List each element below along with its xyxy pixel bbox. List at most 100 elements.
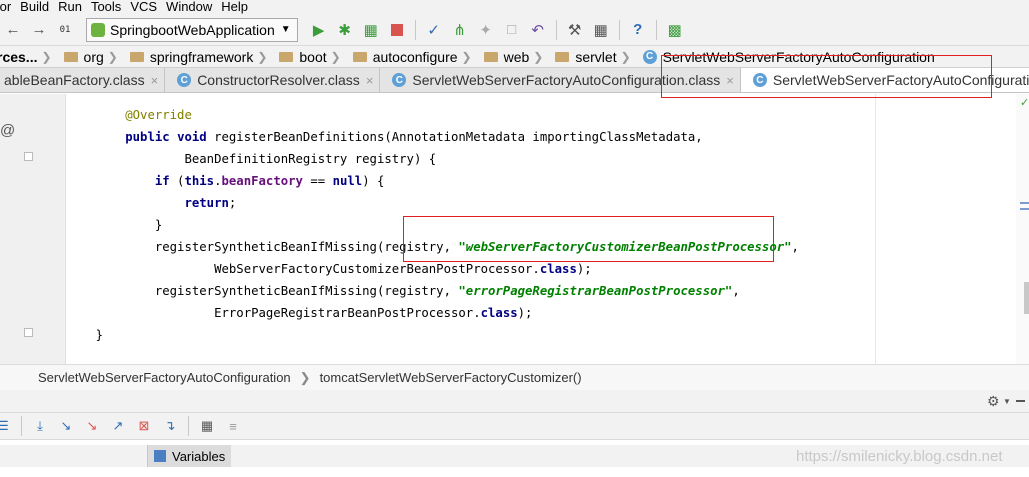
breadcrumb-label: springframework	[149, 48, 254, 65]
tab-label: ableBeanFactory.class	[4, 72, 145, 88]
main-toolbar: ← → 01 SpringbootWebApplication ▼ ▶ ✱ ▦ …	[0, 14, 1029, 46]
trace-icon[interactable]: ≡	[224, 417, 242, 435]
force-step-into-icon[interactable]: ↘	[83, 417, 101, 435]
revert-icon[interactable]: ↶	[527, 19, 549, 41]
evaluate-expression-icon[interactable]: ▦	[198, 417, 216, 435]
package-folder-icon	[63, 51, 78, 62]
code-text: ) {	[362, 174, 385, 188]
close-icon[interactable]: ×	[151, 73, 159, 88]
chevron-right-icon: ❯	[41, 49, 52, 64]
project-structure-icon[interactable]: ▦	[590, 19, 612, 41]
breadcrumb-item-org[interactable]: org ❯	[58, 46, 124, 67]
package-folder-icon	[352, 51, 367, 62]
code-text: }	[125, 218, 163, 232]
override-marker-icon[interactable]: @	[0, 122, 15, 139]
step-into-icon[interactable]: ↘	[57, 417, 75, 435]
keyword-token: class	[539, 262, 577, 276]
coverage-icon[interactable]: ▦	[360, 19, 382, 41]
chevron-right-icon: ❯	[257, 49, 268, 64]
vcs-commit-icon[interactable]: ✦	[475, 19, 497, 41]
toolbar-divider	[21, 416, 22, 436]
code-line: public void registerBeanDefinitions(Anno…	[66, 126, 874, 148]
code-structure-breadcrumb: ServletWebServerFactoryAutoConfiguration…	[0, 364, 1029, 390]
breadcrumb-label: rces...	[0, 48, 38, 65]
chevron-right-icon: ❯	[461, 49, 472, 64]
package-folder-icon	[555, 51, 570, 62]
debug-icon[interactable]: ✱	[334, 19, 356, 41]
run-configuration-select[interactable]: SpringbootWebApplication ▼	[86, 17, 298, 42]
breadcrumb-item-servlet[interactable]: servlet ❯	[549, 46, 636, 67]
breadcrumb-item-boot[interactable]: boot ❯	[273, 46, 346, 67]
code-text: );	[576, 262, 592, 276]
code-line: return;	[184, 196, 237, 210]
run-to-cursor-icon[interactable]: ↴	[161, 417, 179, 435]
toolbar-divider	[655, 19, 657, 40]
code-breadcrumb-class[interactable]: ServletWebServerFactoryAutoConfiguration	[38, 370, 291, 385]
toolbar-divider	[555, 19, 557, 40]
close-icon[interactable]: ×	[366, 73, 374, 88]
binary-icon[interactable]: 01	[54, 19, 76, 41]
menu-item-help[interactable]: Help	[221, 0, 248, 14]
back-arrow-icon[interactable]: ←	[2, 19, 24, 41]
variables-icon	[154, 450, 166, 462]
code-breadcrumb-method[interactable]: tomcatServletWebServerFactoryCustomizer(…	[320, 370, 582, 385]
code-text: ,	[791, 240, 799, 254]
plugin-icon[interactable]: ▩	[664, 19, 686, 41]
vcs-branch-icon[interactable]: ⋔	[449, 19, 471, 41]
menu-item-window[interactable]: Window	[166, 0, 212, 14]
minimize-icon[interactable]	[1016, 400, 1025, 402]
history-icon[interactable]: □	[501, 19, 523, 41]
class-icon: C	[642, 49, 657, 64]
menu-item-vcs[interactable]: VCS	[130, 0, 157, 14]
watermark-text: https://smilenicky.blog.csdn.net	[796, 448, 1003, 465]
menu-item-build[interactable]: Build	[20, 0, 49, 14]
code-line: registerSyntheticBeanIfMissing(registry,…	[66, 280, 874, 302]
vcs-update-icon[interactable]: ✓	[423, 19, 445, 41]
breadcrumb-item-sources[interactable]: rces... ❯	[0, 46, 58, 67]
code-text: }	[95, 328, 104, 342]
tab-label: ConstructorResolver.class	[197, 72, 360, 88]
run-icon[interactable]: ▶	[308, 19, 330, 41]
keyword-token: return	[184, 196, 229, 210]
scroll-marker	[1020, 202, 1029, 204]
code-text: registerSyntheticBeanIfMissing(registry,	[125, 284, 459, 298]
show-list-icon[interactable]: ☰	[0, 417, 12, 435]
spring-boot-icon	[91, 22, 105, 37]
settings-icon[interactable]: ⚒	[564, 19, 586, 41]
breadcrumb-item-web[interactable]: web ❯	[478, 46, 550, 67]
breadcrumb-item-springframework[interactable]: springframework ❯	[124, 46, 274, 67]
drop-frame-icon[interactable]: ⊠	[135, 417, 153, 435]
tab-ablebeanfactory-class[interactable]: ableBeanFactory.class ×	[0, 68, 166, 92]
code-line: ErrorPageRegistrarBeanPostProcessor.clas…	[66, 302, 874, 324]
menu-item-editor[interactable]: tor	[0, 0, 11, 14]
fold-marker-icon[interactable]	[24, 152, 33, 161]
scroll-thumb[interactable]	[1024, 282, 1029, 314]
chevron-right-icon: ❯	[330, 49, 341, 64]
highlight-box-active-tab	[661, 55, 992, 98]
code-text: BeanDefinitionRegistry registry) {	[125, 152, 437, 166]
menu-item-tools[interactable]: Tools	[91, 0, 121, 14]
stop-icon[interactable]	[386, 19, 408, 41]
tab-variables[interactable]: Variables	[147, 445, 232, 467]
gear-icon[interactable]: ⚙	[987, 393, 1000, 410]
code-text: ErrorPageRegistrarBeanPostProcessor.	[125, 306, 481, 320]
fold-marker-icon[interactable]	[24, 328, 33, 337]
breadcrumb-label: org	[83, 48, 104, 65]
chevron-down-icon[interactable]: ▼	[1003, 397, 1011, 406]
chevron-right-icon: ❯	[533, 49, 544, 64]
step-out-icon[interactable]: ↗	[109, 417, 127, 435]
menu-item-run[interactable]: Run	[58, 0, 82, 14]
chevron-right-icon: ❯	[620, 49, 631, 64]
chevron-down-icon: ▼	[280, 24, 291, 35]
code-text: ,	[732, 284, 740, 298]
tab-constructorresolver-class[interactable]: C ConstructorResolver.class ×	[165, 68, 381, 92]
run-configuration-label: SpringbootWebApplication	[110, 21, 275, 38]
scroll-marker	[1020, 208, 1029, 210]
step-over-icon[interactable]: ⤓	[31, 417, 49, 435]
toolbar-divider	[414, 19, 416, 40]
help-icon[interactable]: ?	[627, 19, 649, 41]
forward-arrow-icon[interactable]: →	[28, 19, 50, 41]
breadcrumb-item-autoconfigure[interactable]: autoconfigure ❯	[347, 46, 478, 67]
code-line: if (this.beanFactory == null) {	[154, 174, 385, 188]
editor-scrollbar[interactable]: ✓	[1016, 94, 1029, 364]
